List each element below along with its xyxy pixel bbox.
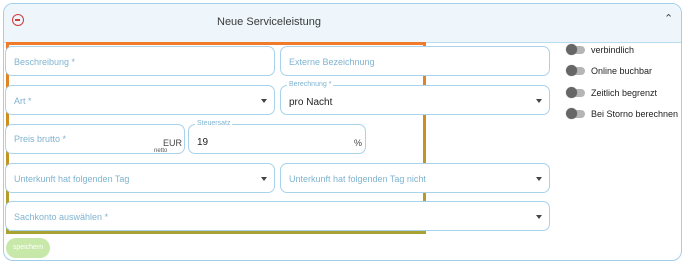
caret-down-icon bbox=[536, 215, 542, 219]
caret-down-icon bbox=[536, 99, 542, 103]
berechnung-select[interactable]: Berechnung * pro Nacht bbox=[280, 81, 550, 115]
currency-suffix: EUR bbox=[163, 138, 183, 148]
percent-suffix: % bbox=[354, 138, 363, 148]
caret-down-icon bbox=[536, 177, 542, 181]
steuersatz-value: 19 bbox=[197, 137, 209, 148]
toggle-label: Online buchbar bbox=[591, 66, 653, 76]
panel-title: Neue Serviceleistung bbox=[217, 16, 321, 28]
toggle-label: verbindlich bbox=[591, 45, 635, 55]
berechnung-value: pro Nacht bbox=[289, 97, 333, 108]
chevron-up-icon[interactable]: ⌃ bbox=[664, 12, 673, 25]
preis-brutto-placeholder: Preis brutto * bbox=[14, 134, 67, 144]
steuersatz-label: Steuersatz bbox=[195, 120, 233, 127]
save-button[interactable]: speichern bbox=[6, 238, 50, 258]
panel-header[interactable]: Neue Serviceleistung ⌃ bbox=[4, 4, 681, 43]
unterkunft-tag-nicht-select[interactable]: Unterkunft hat folgenden Tag nicht bbox=[280, 163, 550, 193]
art-select[interactable]: Art * bbox=[5, 85, 275, 115]
toggle-label: Bei Storno berechnen bbox=[591, 109, 679, 119]
toggle-switch[interactable] bbox=[566, 108, 585, 119]
toggle-switch[interactable] bbox=[566, 87, 585, 98]
berechnung-label: Berechnung * bbox=[287, 81, 334, 88]
preis-brutto-input[interactable]: Preis brutto * EUR netto bbox=[5, 124, 185, 154]
netto-note: netto bbox=[154, 148, 168, 154]
unterkunft-tag-nicht-placeholder: Unterkunft hat folgenden Tag nicht bbox=[289, 174, 426, 184]
sachkonto-select[interactable]: Sachkonto auswählen * bbox=[5, 201, 550, 231]
externe-bezeichnung-input[interactable]: Externe Bezeichnung bbox=[280, 46, 550, 76]
toggle-label: Zeitlich begrenzt bbox=[591, 88, 658, 98]
beschreibung-placeholder: Beschreibung * bbox=[14, 57, 76, 67]
art-placeholder: Art * bbox=[14, 96, 32, 106]
minus-circle-icon[interactable] bbox=[12, 14, 24, 26]
unterkunft-tag-select[interactable]: Unterkunft hat folgenden Tag bbox=[5, 163, 275, 193]
caret-down-icon bbox=[261, 177, 267, 181]
externe-bezeichnung-placeholder: Externe Bezeichnung bbox=[289, 57, 375, 67]
caret-down-icon bbox=[261, 99, 267, 103]
unterkunft-tag-placeholder: Unterkunft hat folgenden Tag bbox=[14, 174, 130, 184]
toggle-switch[interactable] bbox=[566, 65, 585, 76]
sachkonto-placeholder: Sachkonto auswählen * bbox=[14, 212, 109, 222]
steuersatz-input[interactable]: Steuersatz 19 % bbox=[188, 120, 366, 154]
beschreibung-input[interactable]: Beschreibung * bbox=[5, 46, 275, 76]
toggle-switch[interactable] bbox=[566, 44, 585, 55]
